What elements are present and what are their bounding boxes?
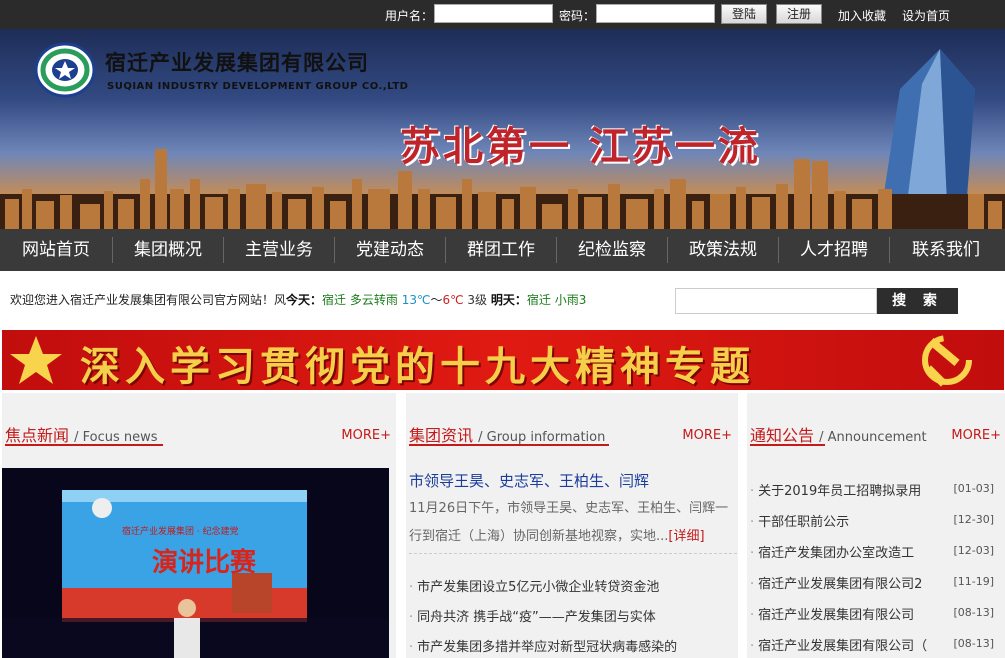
focus-news-photo[interactable]: 宿迁产业发展集团 · 纪念建党 演讲比赛 bbox=[2, 468, 389, 658]
company-logo-icon bbox=[34, 42, 96, 98]
welcome-text: 欢迎您进入宿迁产业发展集团有限公司官方网站！ bbox=[10, 293, 275, 307]
weather-tomorrow-label: 明天： bbox=[490, 293, 527, 307]
list-item[interactable]: · 宿迁产发集团办公室改造工 [12-03] bbox=[750, 542, 1000, 561]
title-underline bbox=[5, 444, 163, 446]
search-input[interactable] bbox=[675, 288, 877, 314]
list-item-date: [08-13] bbox=[953, 606, 994, 619]
list-item[interactable]: · 宿迁产业发展集团有限公司2 [11-19] bbox=[750, 573, 1000, 592]
username-label: 用户名： bbox=[385, 9, 434, 23]
nav-item-home[interactable]: 网站首页 bbox=[0, 229, 112, 271]
add-favorite-link[interactable]: 加入收藏 bbox=[838, 7, 886, 24]
list-item-title: 宿迁产业发展集团有限公司（ bbox=[758, 639, 928, 654]
focus-news-header: 焦点新闻 / Focus news MORE+ bbox=[2, 393, 396, 451]
nav-item-policy[interactable]: 政策法规 bbox=[668, 229, 778, 271]
group-info-title-cn: 集团资讯 bbox=[409, 426, 474, 445]
focus-news-more-link[interactable]: MORE+ bbox=[341, 428, 391, 443]
list-item-title: 关于2019年员工招聘拟录用 bbox=[758, 484, 922, 499]
photo-sub-text: 宿迁产业发展集团 · 纪念建党 bbox=[122, 527, 239, 537]
welcome-bar: 欢迎您进入宿迁产业发展集团有限公司官方网站！风今天：宿迁 多云转雨 13℃～6℃… bbox=[10, 291, 620, 308]
focus-news-title: 焦点新闻 / Focus news bbox=[5, 422, 158, 446]
list-item[interactable]: · 宿迁产业发展集团有限公司（ [08-13] bbox=[750, 635, 1000, 654]
list-item-title: 干部任职前公示 bbox=[758, 515, 850, 530]
list-item-title: 市产发集团设立5亿元小微企业转贷资金池 bbox=[417, 580, 660, 595]
password-input[interactable] bbox=[596, 4, 715, 23]
weather-range-sep: ～ bbox=[430, 293, 443, 307]
weather-today-low: 6℃ bbox=[442, 293, 464, 307]
nav-item-recruitment[interactable]: 人才招聘 bbox=[779, 229, 889, 271]
weather-today-desc: 宿迁 多云转雨 bbox=[322, 293, 398, 307]
group-info-headline[interactable]: 市领导王昊、史志军、王柏生、闫辉 bbox=[409, 470, 649, 491]
list-item-date: [01-03] bbox=[953, 482, 994, 495]
nav-item-mass-work[interactable]: 群团工作 bbox=[446, 229, 556, 271]
group-info-summary: 11月26日下午，市领导王昊、史志军、王柏生、闫辉一行到宿迁（上海）协同创新基地… bbox=[409, 495, 729, 551]
company-name-en: SUQIAN INDUSTRY DEVELOPMENT GROUP CO.,LT… bbox=[107, 81, 409, 92]
list-item[interactable]: · 关于2019年员工招聘拟录用 [01-03] bbox=[750, 480, 1000, 499]
weather-today-wind: 3级 bbox=[467, 293, 488, 307]
nav-item-party[interactable]: 党建动态 bbox=[335, 229, 445, 271]
list-item[interactable]: · 市产发集团设立5亿元小微企业转贷资金池 bbox=[409, 576, 729, 595]
party-study-banner[interactable]: 深入学习贯彻党的十九大精神专题 bbox=[2, 330, 1004, 390]
company-name-cn: 宿迁产业发展集团有限公司 bbox=[105, 50, 369, 75]
search-button[interactable]: 搜 索 bbox=[877, 288, 958, 314]
list-item-date: [11-19] bbox=[953, 575, 994, 588]
title-underline bbox=[409, 444, 609, 446]
weather-tomorrow-desc: 小雨3 bbox=[554, 293, 587, 307]
weather-today-high: 13℃ bbox=[401, 293, 431, 307]
login-button[interactable]: 登陆 bbox=[721, 4, 767, 24]
list-item[interactable]: · 市产发集团多措并举应对新型冠状病毒感染的 bbox=[409, 636, 729, 655]
notice-title-cn: 通知公告 bbox=[750, 426, 815, 445]
username-input[interactable] bbox=[434, 4, 553, 23]
list-item-title: 宿迁产发集团办公室改造工 bbox=[758, 546, 915, 561]
nav-item-overview[interactable]: 集团概况 bbox=[113, 229, 223, 271]
list-item-title: 宿迁产业发展集团有限公司 bbox=[758, 608, 915, 623]
weather-tomorrow-city: 宿迁 bbox=[526, 293, 551, 307]
nav-item-discipline[interactable]: 纪检监察 bbox=[557, 229, 667, 271]
hammer-sickle-icon bbox=[922, 335, 972, 387]
register-button[interactable]: 注册 bbox=[776, 4, 822, 24]
focus-news-title-en: / Focus news bbox=[74, 430, 158, 445]
divider bbox=[409, 553, 737, 555]
list-item[interactable]: · 宿迁产业发展集团有限公司 [08-13] bbox=[750, 604, 1000, 623]
nav-item-contact[interactable]: 联系我们 bbox=[890, 229, 1002, 271]
list-item-title: 同舟共济 携手战“疫”——产发集团与实体 bbox=[417, 610, 656, 625]
focus-news-title-cn: 焦点新闻 bbox=[5, 426, 70, 445]
top-bar: 用户名： 密码： 登陆 注册 加入收藏 设为首页 bbox=[0, 0, 1005, 29]
notice-header: 通知公告 / Announcement MORE+ bbox=[747, 393, 1005, 451]
list-item-date: [08-13] bbox=[953, 637, 994, 650]
weather-wind-prefix: 风 bbox=[274, 293, 287, 307]
group-info-title: 集团资讯 / Group information bbox=[409, 422, 605, 446]
detail-link[interactable]: [详细] bbox=[668, 529, 704, 544]
list-item-title: 宿迁产业发展集团有限公司2 bbox=[758, 577, 923, 592]
banner-slogan: 苏北第一 江苏一流 bbox=[400, 123, 761, 170]
set-homepage-link[interactable]: 设为首页 bbox=[902, 7, 950, 24]
group-info-more-link[interactable]: MORE+ bbox=[682, 428, 732, 443]
nav-item-business[interactable]: 主营业务 bbox=[224, 229, 334, 271]
title-underline bbox=[750, 444, 825, 446]
list-item-title: 市产发集团多措并举应对新型冠状病毒感染的 bbox=[417, 640, 678, 655]
header-banner: 宿迁产业发展集团有限公司 SUQIAN INDUSTRY DEVELOPMENT… bbox=[0, 29, 1005, 229]
photo-main-text: 演讲比赛 bbox=[152, 548, 257, 578]
list-item[interactable]: · 干部任职前公示 [12-30] bbox=[750, 511, 1000, 530]
group-info-title-en: / Group information bbox=[478, 430, 606, 445]
notice-more-link[interactable]: MORE+ bbox=[951, 428, 1001, 443]
weather-today-label: 今天： bbox=[286, 293, 323, 307]
party-study-title: 深入学习贯彻党的十九大精神专题 bbox=[80, 343, 755, 390]
password-label: 密码： bbox=[559, 9, 596, 23]
group-info-header: 集团资讯 / Group information MORE+ bbox=[406, 393, 738, 451]
star-icon bbox=[10, 336, 62, 384]
list-item-date: [12-03] bbox=[953, 544, 994, 557]
list-item-date: [12-30] bbox=[953, 513, 994, 526]
list-item[interactable]: · 同舟共济 携手战“疫”——产发集团与实体 bbox=[409, 606, 729, 625]
notice-title-en: / Announcement bbox=[819, 430, 927, 445]
notice-title: 通知公告 / Announcement bbox=[750, 422, 927, 446]
main-nav: 网站首页 集团概况 主营业务 党建动态 群团工作 纪检监察 政策法规 人才招聘 … bbox=[0, 229, 1005, 271]
